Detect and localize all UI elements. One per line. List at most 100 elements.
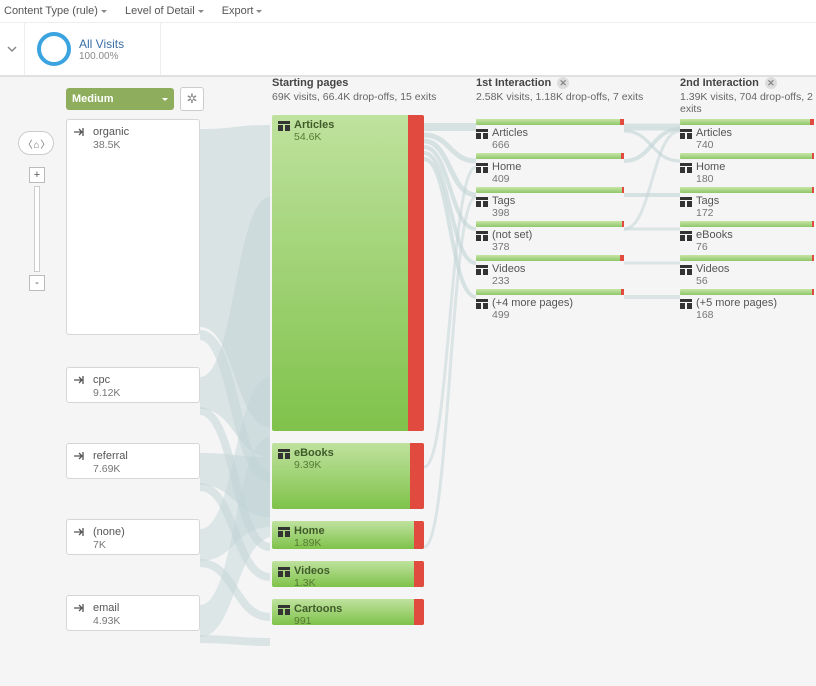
interaction-node[interactable]: Articles666	[476, 119, 624, 145]
column-header-int2: 2nd Interaction ✕ 1.39K visits, 704 drop-…	[680, 77, 816, 115]
page-icon	[278, 527, 290, 537]
interaction-node[interactable]: Tags398	[476, 187, 624, 213]
menu-content-type[interactable]: Content Type (rule)	[4, 5, 107, 17]
page-icon	[476, 265, 488, 275]
column-subtitle: 69K visits, 66.4K drop-offs, 15 exits	[272, 91, 436, 103]
remove-column-icon[interactable]: ✕	[557, 77, 569, 89]
segment-bar: All Visits 100.00%	[0, 22, 816, 77]
interaction-node[interactable]: Home180	[680, 153, 816, 179]
node-label: Tags	[492, 195, 515, 207]
source-label: organic	[93, 126, 193, 138]
source-node[interactable]: referral7.69K	[66, 443, 200, 479]
source-label: email	[93, 602, 193, 614]
node-label: (+5 more pages)	[696, 297, 777, 309]
settings-gear-icon[interactable]: ✲	[180, 87, 204, 111]
source-arrow-icon	[73, 374, 87, 388]
pan-home-control[interactable]: 〈 ⌂ 〉	[18, 131, 54, 155]
column-subtitle: 1.39K visits, 704 drop-offs, 2 exits	[680, 91, 816, 115]
source-value: 7K	[93, 539, 193, 551]
source-value: 9.12K	[93, 387, 193, 399]
zoom-in-button[interactable]: +	[29, 167, 45, 183]
node-value: 76	[696, 241, 733, 253]
segment-chip[interactable]: All Visits 100.00%	[25, 23, 161, 75]
page-label: eBooks	[294, 447, 334, 459]
page-icon	[278, 121, 290, 131]
page-value: 1.89K	[294, 537, 325, 549]
source-value: 7.69K	[93, 463, 193, 475]
node-label: Articles	[492, 127, 528, 139]
page-node[interactable]: Cartoons991	[272, 599, 424, 625]
page-icon	[278, 567, 290, 577]
page-icon	[680, 231, 692, 241]
source-label: referral	[93, 450, 193, 462]
zoom-out-button[interactable]: -	[29, 275, 45, 291]
node-value: 398	[492, 207, 515, 219]
top-menu: Content Type (rule) Level of Detail Expo…	[0, 0, 816, 22]
page-value: 1.3K	[294, 577, 330, 589]
interaction-node[interactable]: Home409	[476, 153, 624, 179]
source-node[interactable]: (none)7K	[66, 519, 200, 555]
page-icon	[680, 265, 692, 275]
source-label: cpc	[93, 374, 193, 386]
column-subtitle: 2.58K visits, 1.18K drop-offs, 7 exits	[476, 91, 643, 103]
interaction-node[interactable]: (not set)378	[476, 221, 624, 247]
page-icon	[476, 299, 488, 309]
page-label: Cartoons	[294, 603, 342, 615]
page-value: 991	[294, 615, 342, 627]
flow-canvas[interactable]: 〈 ⌂ 〉 + - Medium ✲ Starting pages 69K vi…	[0, 77, 816, 686]
node-value: 56	[696, 275, 729, 287]
interaction-2-column: Articles740 Home180 Tags172 eBooks76 Videos5…	[680, 119, 816, 323]
page-icon	[680, 299, 692, 309]
page-icon	[680, 163, 692, 173]
page-icon	[680, 129, 692, 139]
dimension-pill[interactable]: Medium	[66, 88, 174, 110]
interaction-node[interactable]: Videos233	[476, 255, 624, 281]
remove-column-icon[interactable]: ✕	[765, 77, 777, 89]
menu-level-detail[interactable]: Level of Detail	[125, 5, 204, 17]
column-title: Starting pages	[272, 77, 436, 89]
source-node[interactable]: cpc9.12K	[66, 367, 200, 403]
page-node[interactable]: Videos1.3K	[272, 561, 424, 587]
column-header-start: Starting pages 69K visits, 66.4K drop-of…	[272, 77, 436, 103]
page-value: 54.6K	[294, 131, 334, 143]
page-value: 9.39K	[294, 459, 334, 471]
column-title: 2nd Interaction	[680, 77, 759, 89]
page-node[interactable]: Home1.89K	[272, 521, 424, 549]
source-column: organic38.5Kcpc9.12Kreferral7.69K(none)7…	[66, 119, 200, 671]
page-node[interactable]: Articles54.6K	[272, 115, 424, 431]
page-icon	[278, 449, 290, 459]
node-label: Articles	[696, 127, 732, 139]
source-label: (none)	[93, 526, 193, 538]
node-value: 168	[696, 309, 777, 321]
zoom-track[interactable]	[34, 186, 40, 272]
collapse-toggle[interactable]	[0, 23, 25, 75]
node-value: 172	[696, 207, 719, 219]
interaction-node[interactable]: Videos56	[680, 255, 816, 281]
node-value: 666	[492, 139, 528, 151]
column-title: 1st Interaction	[476, 77, 551, 89]
node-value: 409	[492, 173, 521, 185]
segment-subtitle: 100.00%	[79, 51, 124, 62]
interaction-node[interactable]: (+5 more pages)168	[680, 289, 816, 315]
page-icon	[476, 231, 488, 241]
source-arrow-icon	[73, 126, 87, 140]
interaction-node[interactable]: Articles740	[680, 119, 816, 145]
node-label: Videos	[696, 263, 729, 275]
node-label: (not set)	[492, 229, 532, 241]
segment-title: All Visits	[79, 37, 124, 51]
interaction-node[interactable]: Tags172	[680, 187, 816, 213]
page-icon	[476, 163, 488, 173]
node-value: 180	[696, 173, 725, 185]
interaction-node[interactable]: eBooks76	[680, 221, 816, 247]
interaction-node[interactable]: (+4 more pages)499	[476, 289, 624, 315]
column-header-int1: 1st Interaction ✕ 2.58K visits, 1.18K dro…	[476, 77, 643, 103]
page-node[interactable]: eBooks9.39K	[272, 443, 424, 509]
node-label: (+4 more pages)	[492, 297, 573, 309]
source-arrow-icon	[73, 450, 87, 464]
page-icon	[278, 605, 290, 615]
node-label: Home	[696, 161, 725, 173]
source-node[interactable]: email4.93K	[66, 595, 200, 631]
menu-export[interactable]: Export	[222, 5, 263, 17]
node-value: 233	[492, 275, 525, 287]
source-node[interactable]: organic38.5K	[66, 119, 200, 335]
